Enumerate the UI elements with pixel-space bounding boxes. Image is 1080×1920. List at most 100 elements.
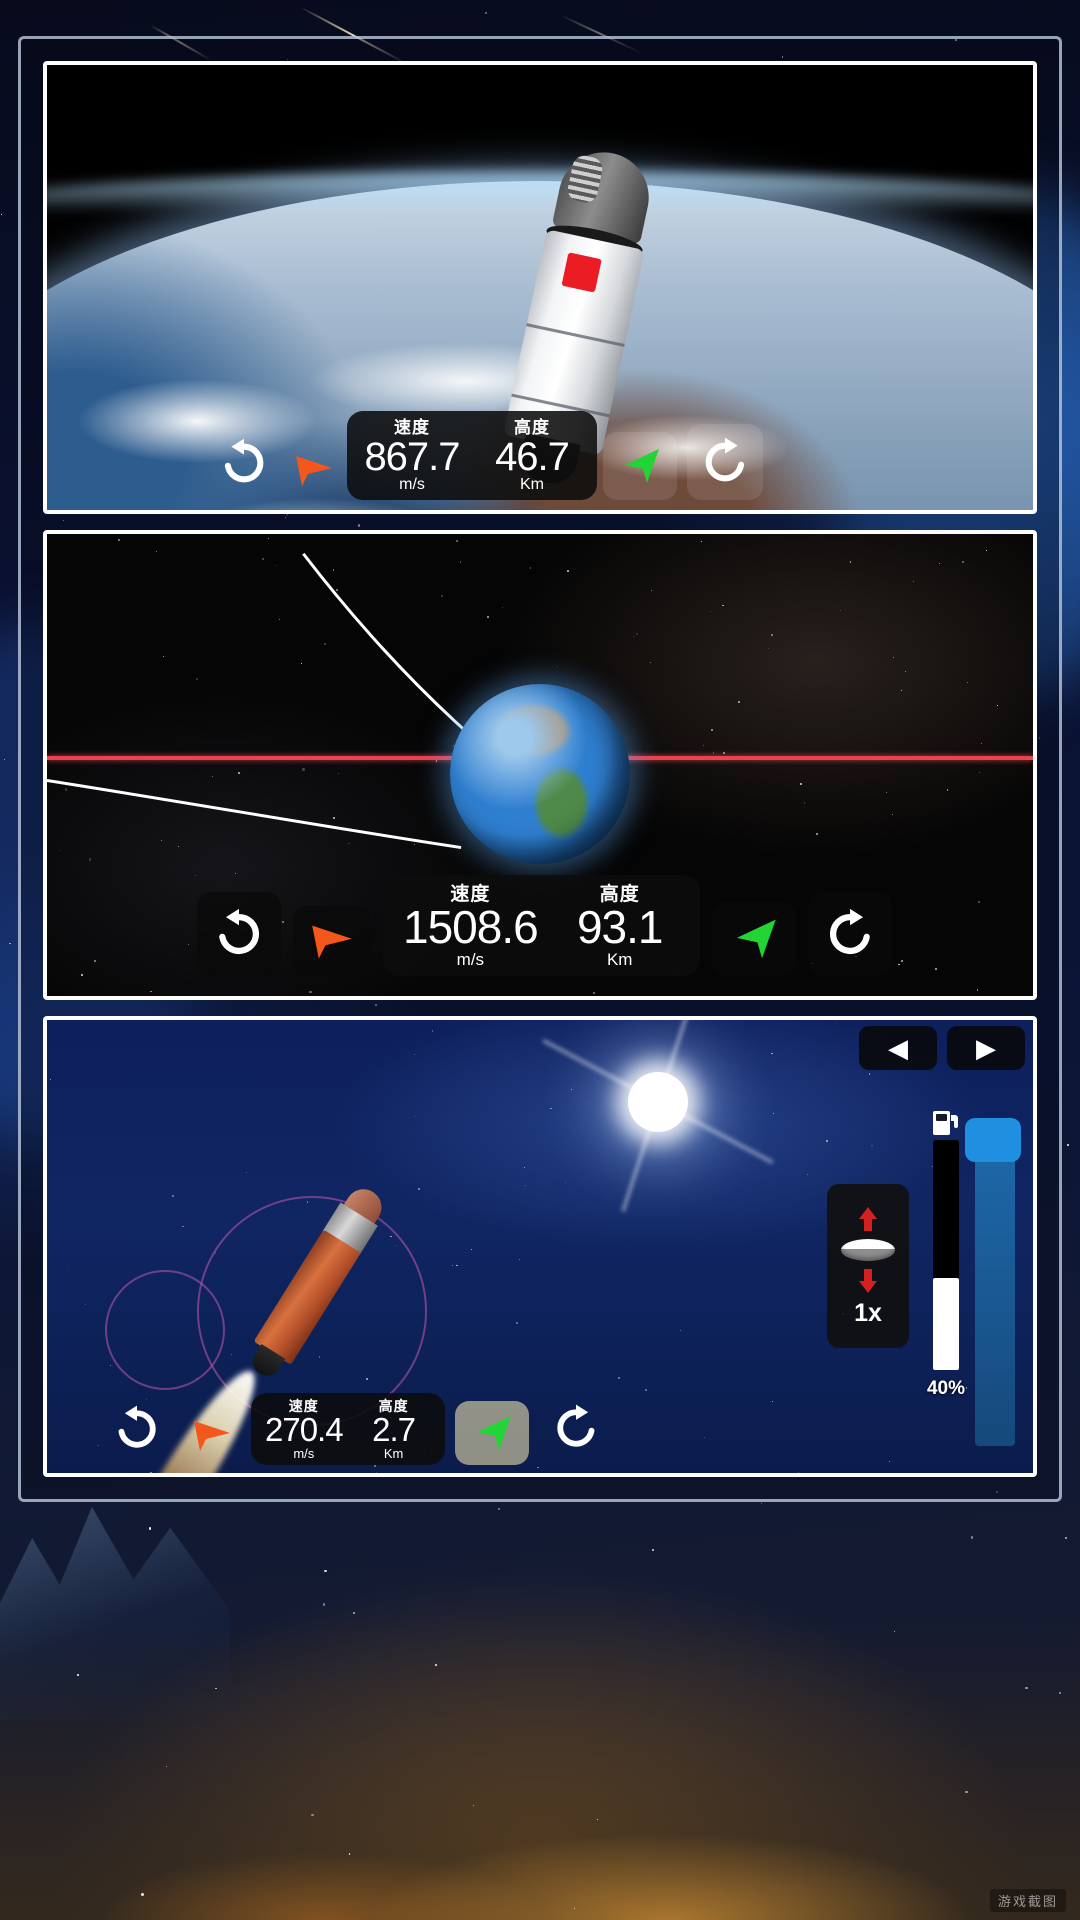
speed-unit: m/s	[363, 477, 461, 493]
altitude-value: 46.7	[483, 437, 581, 478]
rocket-red-decal	[561, 252, 601, 292]
arrow-up-icon	[855, 1205, 881, 1235]
rotate-clockwise-icon	[821, 905, 879, 963]
star	[1067, 1144, 1069, 1146]
star	[498, 1508, 500, 1510]
prograde-marker-icon	[617, 445, 663, 487]
throttle-slider[interactable]	[933, 1140, 959, 1370]
speed-unit: m/s	[265, 1447, 343, 1460]
nav-previous-button[interactable]: ◀	[859, 1026, 937, 1070]
star	[50, 1079, 51, 1080]
nav-next-button[interactable]: ▶	[947, 1026, 1025, 1070]
star	[172, 1195, 174, 1197]
prograde-marker-icon	[469, 1412, 515, 1454]
star	[149, 1527, 151, 1529]
panel-map-view[interactable]: 速度 1508.6 m/s 高度 93.1 Km	[43, 530, 1037, 1001]
retrograde-button[interactable]	[281, 440, 347, 500]
rotate-ccw-button[interactable]	[197, 892, 281, 976]
fuel-pump-icon	[929, 1106, 963, 1140]
star	[376, 1472, 377, 1473]
star	[150, 1472, 152, 1474]
sun-flare	[628, 1072, 688, 1132]
star	[141, 1893, 144, 1896]
star	[485, 12, 487, 14]
star	[1, 214, 2, 215]
rotate-ccw-button[interactable]	[207, 426, 281, 500]
star	[550, 1108, 551, 1109]
star	[414, 1116, 415, 1117]
rotate-cw-button[interactable]	[687, 424, 763, 500]
star	[432, 1030, 433, 1031]
star	[618, 1377, 620, 1379]
rotate-ccw-button[interactable]	[101, 1393, 173, 1465]
star	[537, 1467, 539, 1469]
star	[471, 1249, 472, 1250]
star	[324, 1570, 326, 1572]
screenshot-collage-frame: 速度 867.7 m/s 高度 46.7 Km 速度 1508.6 m/s 高度…	[18, 36, 1062, 1502]
star	[1059, 1692, 1061, 1694]
star	[836, 1023, 837, 1024]
panel-ascent-view[interactable]: ◀ ▶ 1x 40% 速度 270.4 m/s 高度 2.7 Km	[43, 1016, 1037, 1477]
star	[246, 1172, 247, 1173]
arrow-down-icon	[855, 1265, 881, 1295]
retrograde-marker-icon	[190, 1415, 234, 1455]
screenshot-watermark: 游戏截图	[990, 1889, 1066, 1912]
star	[773, 1113, 774, 1114]
speed-value: 1508.6	[403, 904, 538, 951]
star	[869, 1073, 870, 1074]
trajectory-path-outgoing	[47, 780, 461, 847]
star	[807, 1174, 808, 1175]
rotate-cw-button[interactable]	[539, 1391, 613, 1465]
altitude-unit: Km	[483, 477, 581, 493]
stage-separator-icon	[841, 1239, 895, 1261]
star	[456, 1265, 457, 1266]
altitude-readout: 高度 93.1 Km	[560, 885, 680, 969]
throttle-knob[interactable]	[965, 1118, 1021, 1162]
panel-orbit-view[interactable]: 速度 867.7 m/s 高度 46.7 Km	[43, 61, 1037, 514]
earth-planet-marker	[450, 684, 630, 864]
rotate-cw-button[interactable]	[808, 892, 892, 976]
prograde-button[interactable]	[603, 432, 677, 500]
star	[652, 1549, 654, 1551]
prograde-button[interactable]	[712, 902, 796, 976]
speed-unit: m/s	[403, 951, 538, 968]
star	[971, 1536, 973, 1538]
altitude-value: 93.1	[560, 904, 680, 951]
star	[525, 1185, 526, 1186]
time-warp-panel[interactable]: 1x	[827, 1184, 909, 1348]
star	[680, 1330, 681, 1331]
star	[414, 1054, 416, 1056]
altitude-readout: 高度 46.7 Km	[483, 419, 581, 493]
rocket-seam	[526, 323, 624, 347]
orbit-circle-small	[105, 1270, 225, 1390]
star	[826, 1140, 828, 1142]
prograde-button[interactable]	[455, 1401, 529, 1465]
rotate-counterclockwise-icon	[110, 1402, 164, 1456]
nav-next-icon: ▶	[976, 1035, 996, 1061]
telemetry-readout: 速度 1508.6 m/s 高度 93.1 Km	[383, 875, 700, 977]
hud-bar: 速度 270.4 m/s 高度 2.7 Km	[47, 1391, 1033, 1465]
star	[516, 1322, 518, 1324]
star	[418, 1188, 420, 1190]
rotate-counterclockwise-icon	[216, 435, 272, 491]
stage-navigation-group: ◀ ▶	[859, 1026, 1025, 1070]
star	[110, 1365, 111, 1366]
altitude-readout: 高度 2.7 Km	[357, 1399, 431, 1460]
hud-bar: 速度 1508.6 m/s 高度 93.1 Km	[47, 875, 1033, 977]
star	[182, 1226, 184, 1228]
time-warp-label: 1x	[854, 1299, 882, 1328]
rotate-clockwise-icon	[697, 434, 753, 490]
wallpaper-city-glow	[0, 1620, 1080, 1920]
star	[85, 1304, 86, 1305]
star	[1065, 1537, 1067, 1539]
speed-readout: 速度 270.4 m/s	[265, 1399, 343, 1460]
speed-readout: 速度 867.7 m/s	[363, 419, 461, 493]
star	[353, 1612, 355, 1614]
retrograde-button[interactable]	[179, 1405, 245, 1465]
telemetry-readout: 速度 867.7 m/s 高度 46.7 Km	[347, 411, 597, 499]
star	[761, 1503, 763, 1505]
retrograde-button[interactable]	[293, 906, 371, 976]
altitude-value: 2.7	[357, 1413, 431, 1447]
star	[1025, 1687, 1028, 1690]
star	[871, 1145, 872, 1146]
